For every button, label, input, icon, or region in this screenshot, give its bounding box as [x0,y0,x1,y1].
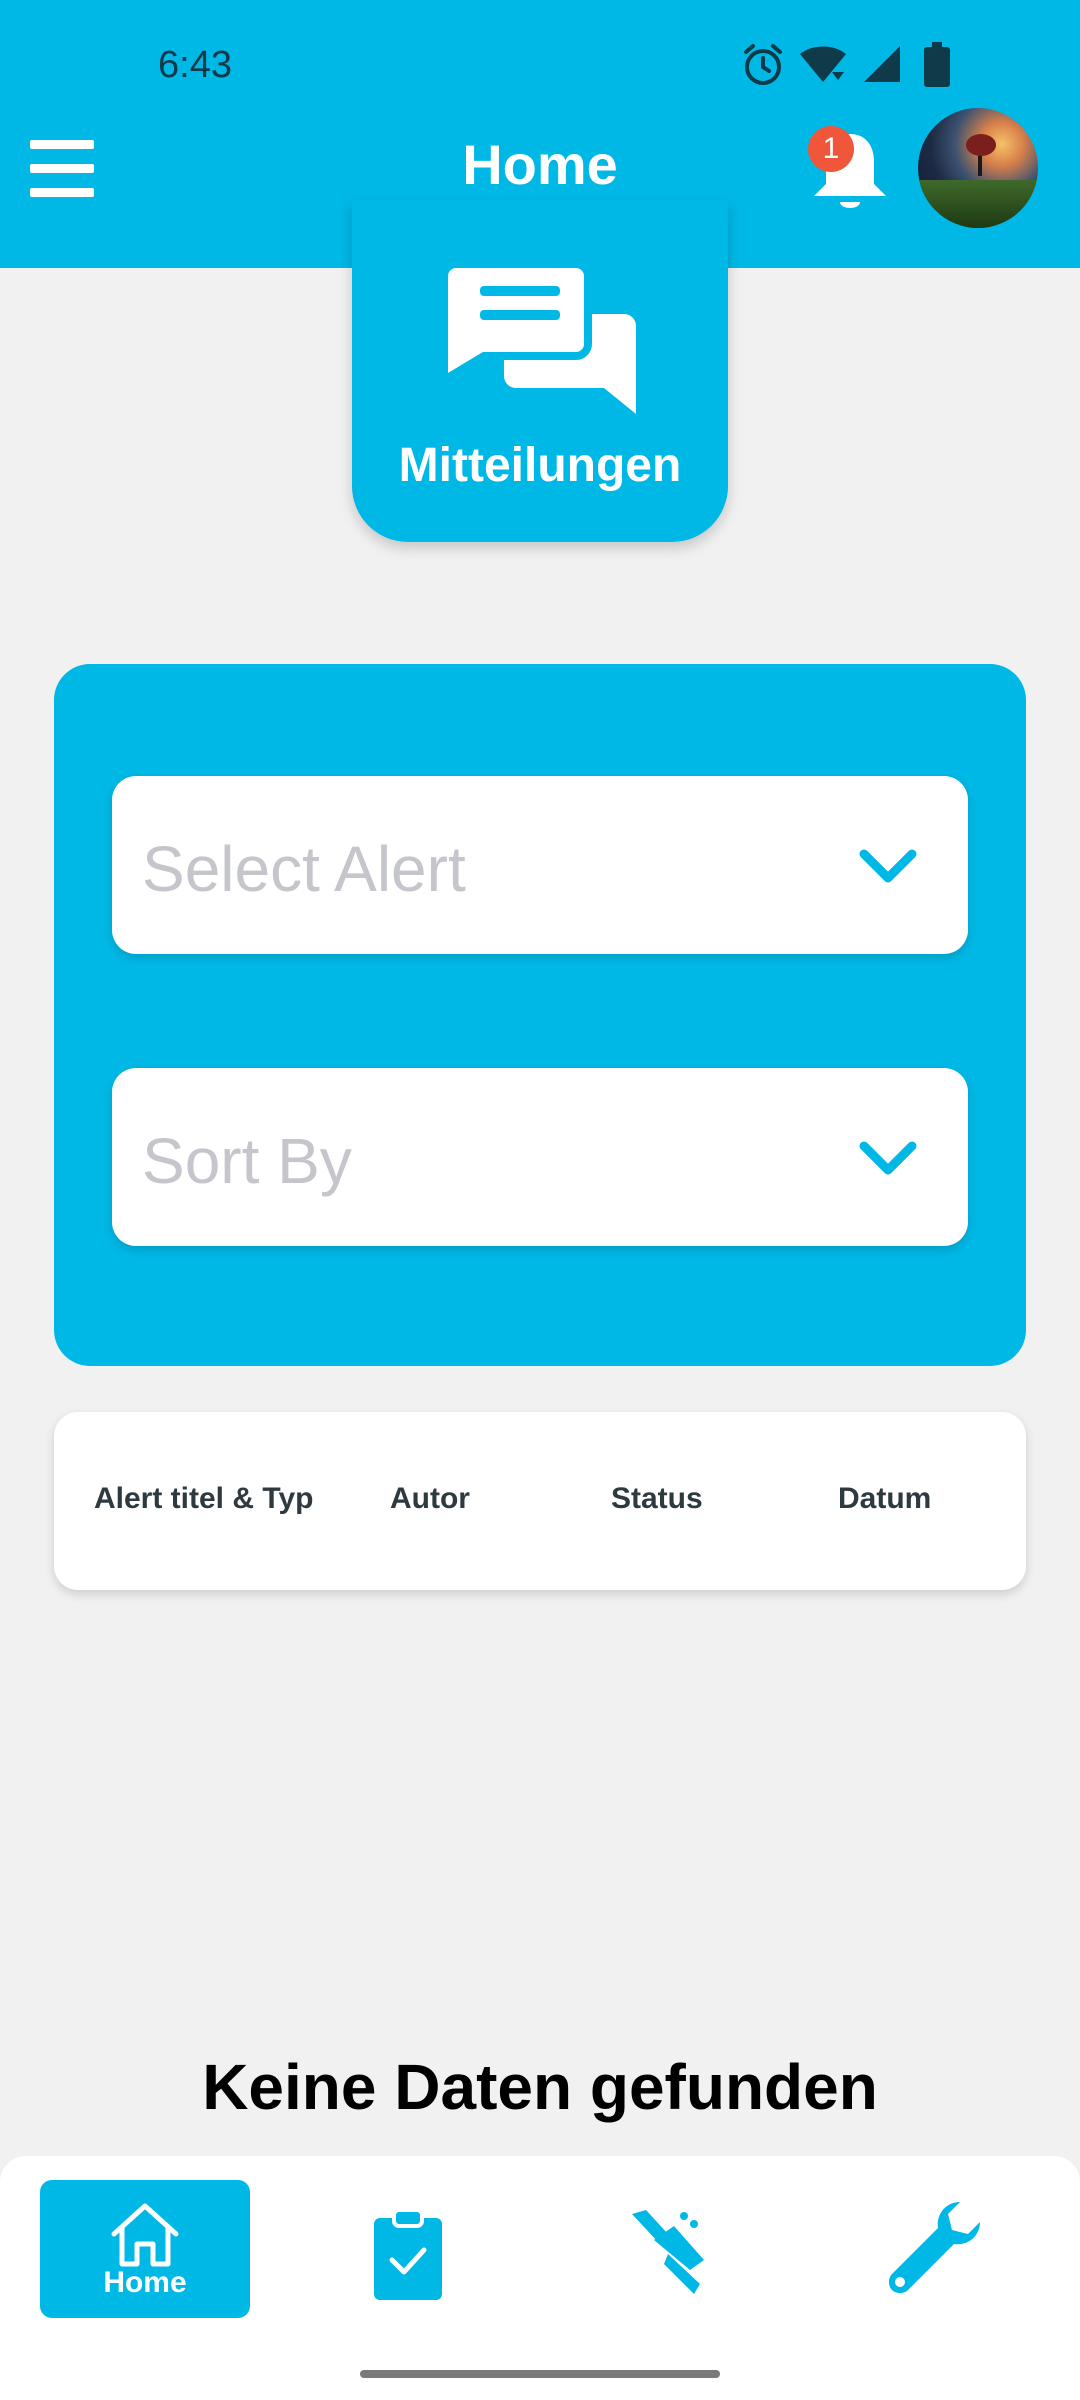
nav-home-label: Home [103,2266,187,2299]
sort-by-placeholder: Sort By [142,1125,352,1197]
wrench-icon [889,2202,980,2293]
select-alert-placeholder: Select Alert [142,833,466,905]
status-time: 6:43 [158,44,232,86]
mitteilungen-card[interactable]: Mitteilungen [352,200,728,542]
menu-button[interactable] [30,138,94,198]
column-header-alert-title[interactable]: Alert titel & Typ [94,1482,313,1516]
alarm-icon [744,44,782,85]
nav-tasks[interactable] [340,2180,480,2318]
chat-bubbles-icon [444,264,636,414]
column-header-date[interactable]: Datum [838,1482,931,1516]
column-header-author[interactable]: Autor [390,1482,470,1516]
sort-by-dropdown[interactable]: Sort By [112,1068,968,1246]
avatar[interactable] [918,108,1038,228]
select-alert-dropdown[interactable]: Select Alert [112,776,968,954]
filter-panel: Select Alert Sort By [54,664,1026,1366]
nav-tools[interactable] [866,2180,1006,2318]
home-icon [111,2203,179,2267]
nav-home[interactable]: Home [40,2180,250,2318]
column-header-status[interactable]: Status [611,1482,703,1516]
chevron-down-icon [859,1141,917,1175]
chevron-down-icon [859,849,917,883]
home-indicator[interactable] [360,2370,720,2378]
clipboard-check-icon [374,2208,442,2300]
empty-state-message: Keine Daten gefunden [202,2051,878,2123]
bottom-navigation: Home [0,2156,1080,2400]
wifi-icon [800,46,846,82]
hamburger-menu-icon [30,140,94,197]
table-header: Alert titel & Typ Autor Status Datum [54,1412,1026,1590]
mitteilungen-label: Mitteilungen [398,439,682,492]
nav-agreements[interactable] [600,2180,740,2318]
signal-icon [864,46,900,82]
notification-badge: 1 [808,126,854,172]
handshake-icon [632,2210,704,2294]
battery-icon [924,42,950,87]
status-icons [740,42,1000,92]
